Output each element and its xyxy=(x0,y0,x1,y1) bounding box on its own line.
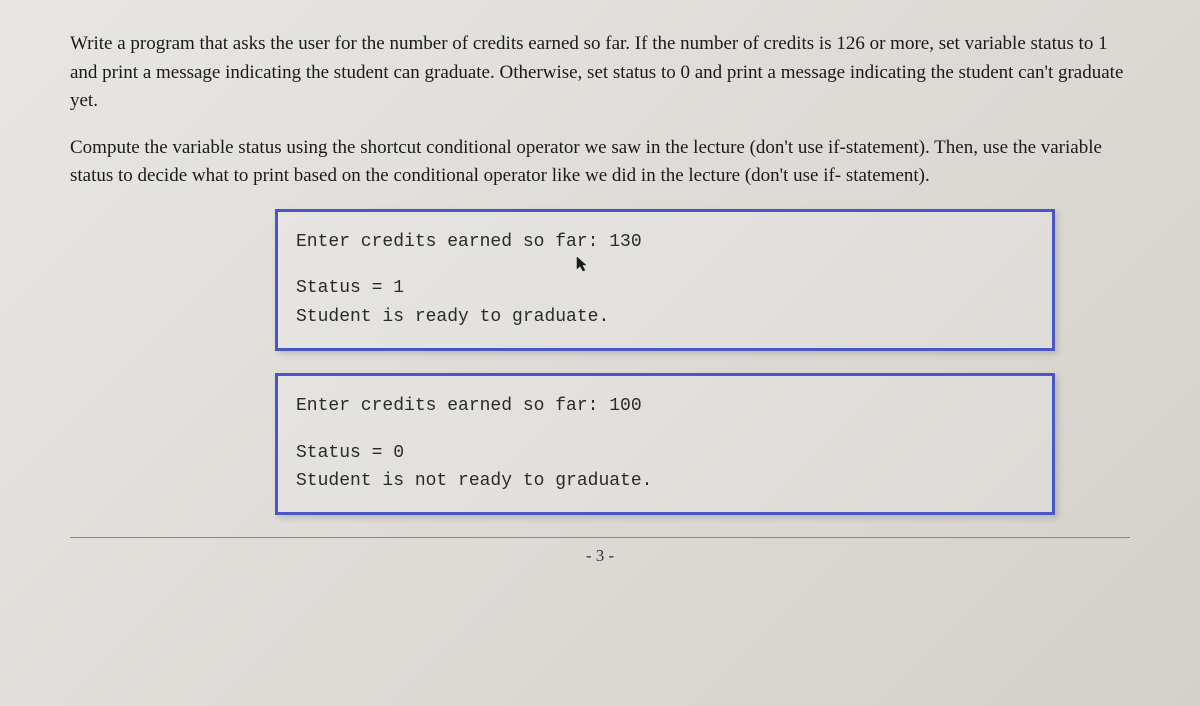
code1-line3: Student is ready to graduate. xyxy=(296,303,1034,332)
problem-paragraph-2: Compute the variable status using the sh… xyxy=(70,134,1130,191)
code2-line3: Student is not ready to graduate. xyxy=(296,467,1034,496)
code-example-1: Enter credits earned so far: 130 Status … xyxy=(275,209,1055,351)
code1-line2: Status = 1 xyxy=(296,274,1034,303)
page-divider xyxy=(70,537,1130,538)
code2-line1: Enter credits earned so far: 100 xyxy=(296,392,1034,421)
code1-line1: Enter credits earned so far: 130 xyxy=(296,228,1034,257)
code2-line2: Status = 0 xyxy=(296,439,1034,468)
cursor-icon xyxy=(576,256,1034,274)
code-example-2: Enter credits earned so far: 100 Status … xyxy=(275,373,1055,515)
problem-paragraph-1: Write a program that asks the user for t… xyxy=(70,30,1130,116)
code-examples-container: Enter credits earned so far: 130 Status … xyxy=(70,209,1130,516)
page-number: - 3 - xyxy=(70,546,1130,566)
blank-line xyxy=(296,421,1034,439)
